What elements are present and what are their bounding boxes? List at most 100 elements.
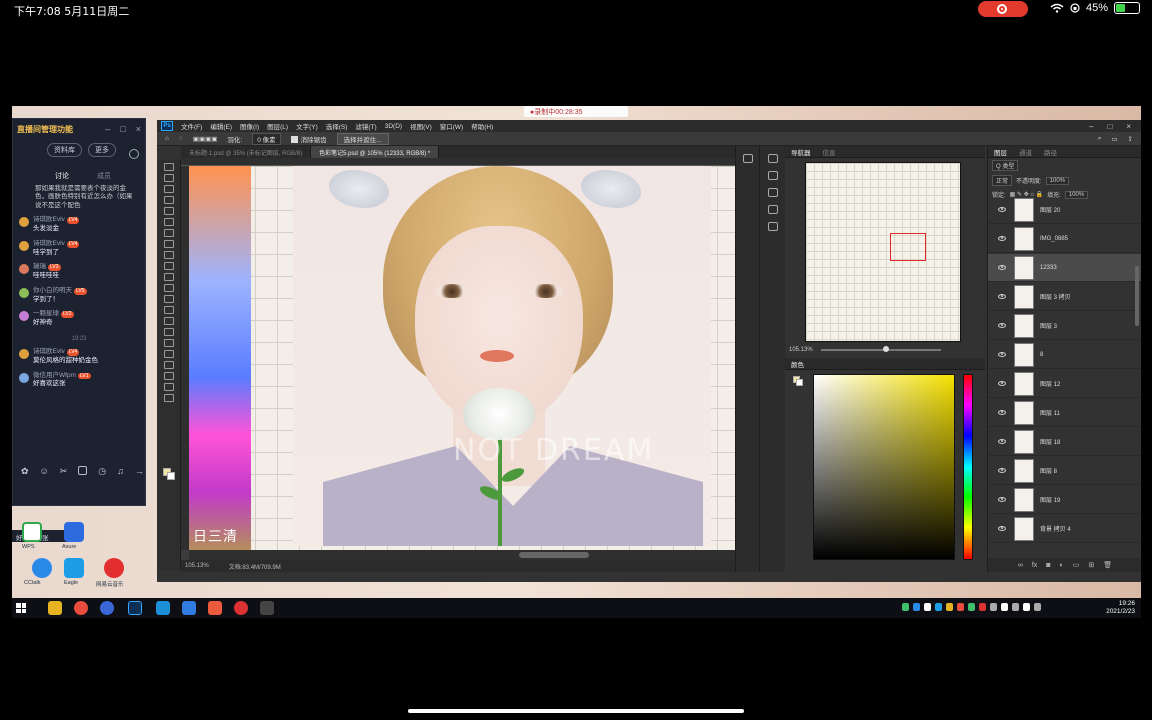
scroll-thumb[interactable] — [519, 552, 589, 558]
hand-tool-icon[interactable] — [163, 372, 174, 380]
tab-members[interactable]: 成员 — [97, 171, 111, 181]
layer-row[interactable]: IMG_0885 — [988, 225, 1141, 253]
properties-icon[interactable] — [742, 154, 753, 163]
shape-tool-icon[interactable] — [163, 361, 174, 369]
eyedropper-tool-icon[interactable] — [163, 229, 174, 237]
move-tool-icon[interactable] — [163, 163, 174, 171]
dodge-tool-icon[interactable] — [163, 317, 174, 325]
blend-mode-select[interactable]: 正常 — [992, 175, 1013, 186]
home-indicator[interactable] — [408, 709, 744, 713]
ps-minimize-icon[interactable]: – — [1089, 122, 1093, 131]
cctalk-icon[interactable] — [32, 558, 52, 578]
layer-row[interactable]: 图层 19 — [988, 486, 1141, 514]
link-icon[interactable]: ∞ — [1018, 562, 1023, 569]
layer-name[interactable]: 图层 3 拷贝 — [1040, 292, 1071, 301]
layer-name[interactable]: 图层 18 — [1040, 437, 1060, 446]
foreground-background-colors[interactable] — [163, 468, 175, 480]
tray-icon[interactable] — [957, 603, 964, 611]
layer-row[interactable]: 图层 12 — [988, 370, 1141, 398]
layer-row[interactable]: 图层 8 — [988, 457, 1141, 485]
visibility-eye-icon[interactable] — [998, 497, 1006, 502]
avatar[interactable] — [19, 372, 29, 383]
workspace-icon[interactable]: ▭ — [1111, 135, 1117, 143]
settings-icon[interactable] — [129, 149, 139, 159]
message-author[interactable]: 瑞瑞 — [33, 263, 46, 270]
pen-tool-icon[interactable] — [163, 328, 174, 336]
visibility-eye-icon[interactable] — [998, 323, 1006, 328]
layer-name[interactable]: 背景 拷贝 4 — [1040, 524, 1071, 533]
message-author[interactable]: 你小白的明天 — [33, 287, 72, 294]
edge-icon[interactable] — [156, 601, 170, 615]
avatar[interactable] — [19, 264, 29, 275]
browser-icon[interactable] — [208, 601, 222, 615]
more-button[interactable]: 更多 — [88, 143, 116, 157]
quick-select-tool-icon[interactable] — [163, 196, 174, 204]
layer-name[interactable]: 12333 — [1040, 265, 1057, 271]
tray-icon[interactable] — [1034, 603, 1041, 611]
blur-tool-icon[interactable] — [163, 306, 174, 314]
layer-row[interactable]: 图层 3 — [988, 312, 1141, 340]
scissors-icon[interactable]: ✂ — [60, 466, 68, 477]
tray-icon[interactable] — [968, 603, 975, 611]
navigator-zoom-value[interactable]: 105.13% — [789, 347, 813, 353]
navigator-zoom-slider[interactable] — [820, 346, 941, 352]
marquee-tool-icon[interactable] — [163, 174, 174, 182]
eraser-tool-icon[interactable] — [163, 284, 174, 292]
tray-icon[interactable] — [979, 603, 986, 611]
layer-name[interactable]: 图层 3 — [1040, 321, 1057, 330]
frame-tool-icon[interactable] — [163, 218, 174, 226]
doc-tab-untitled[interactable]: 未标题-1.psd @ 35% (未标记图层, RGB/8) — [181, 146, 312, 158]
visibility-eye-icon[interactable] — [998, 526, 1006, 531]
windows-start-icon[interactable] — [16, 603, 26, 613]
visibility-eye-icon[interactable] — [998, 410, 1006, 415]
menu-filter[interactable]: 滤镜(T) — [355, 121, 376, 131]
message-author[interactable]: 诗琪欧Evlv — [33, 216, 65, 223]
visibility-eye-icon[interactable] — [998, 207, 1006, 212]
layers-scrollbar[interactable] — [1135, 266, 1139, 326]
tray-icon[interactable] — [946, 603, 953, 611]
sliders-icon[interactable] — [767, 205, 778, 214]
screen-record-indicator[interactable] — [978, 1, 1028, 17]
app-icon-2[interactable] — [260, 601, 274, 615]
tab-navigator[interactable]: 导航器 — [785, 147, 817, 157]
taskbar-clock[interactable]: 19:26 2021/2/23 — [1106, 600, 1135, 617]
layer-name[interactable]: 8 — [1040, 352, 1043, 358]
message-author[interactable]: 诗琪欧Evlv — [33, 348, 65, 355]
feather-input[interactable]: 0 像素 — [252, 132, 281, 145]
menu-file[interactable]: 文件(F) — [181, 121, 202, 131]
tab-color[interactable]: 颜色 — [785, 359, 810, 369]
layer-name[interactable]: 图层 19 — [1040, 495, 1060, 504]
ps-maximize-icon[interactable]: □ — [1107, 122, 1112, 131]
minimize-icon[interactable]: – — [105, 124, 110, 134]
doc-tab-color-notes[interactable]: 色彩笔记5.psd @ 105% (12333, RGB/8) * — [311, 146, 440, 158]
menu-view[interactable]: 视图(V) — [410, 121, 432, 131]
healing-tool-icon[interactable] — [163, 240, 174, 248]
visibility-eye-icon[interactable] — [998, 439, 1006, 444]
gradient-tool-icon[interactable] — [163, 295, 174, 303]
axure-icon[interactable] — [64, 522, 84, 542]
recording-pill[interactable]: ●录制中00:28:35 — [524, 106, 628, 117]
layer-name[interactable]: 图层 8 — [1040, 466, 1057, 475]
tray-icon[interactable] — [1001, 603, 1008, 611]
more-tool-icon[interactable] — [163, 394, 174, 402]
mask-icon[interactable]: ◙ — [1046, 562, 1050, 569]
baidu-icon[interactable] — [100, 601, 114, 615]
layer-name[interactable]: 图层 12 — [1040, 379, 1060, 388]
type-tool-icon[interactable] — [163, 339, 174, 347]
tray-icon[interactable] — [1023, 603, 1030, 611]
navigator-view-box[interactable] — [890, 233, 926, 261]
visibility-eye-icon[interactable] — [998, 294, 1006, 299]
menu-edit[interactable]: 编辑(E) — [210, 121, 232, 131]
file-explorer-icon[interactable] — [48, 601, 62, 615]
tray-icon[interactable] — [924, 603, 931, 611]
menu-help[interactable]: 帮助(H) — [471, 121, 493, 131]
visibility-eye-icon[interactable] — [998, 468, 1006, 473]
zoom-tool-icon[interactable] — [163, 383, 174, 391]
select-mask-button[interactable]: 选择并遮住... — [336, 132, 389, 145]
new-layer-icon[interactable]: ⊞ — [1088, 561, 1094, 569]
maximize-icon[interactable]: □ — [120, 124, 125, 134]
netease-music-icon[interactable] — [104, 558, 124, 578]
lasso-tool-icon[interactable] — [163, 185, 174, 193]
wps-icon[interactable] — [22, 522, 42, 542]
tab-discuss[interactable]: 讨论 — [55, 171, 69, 181]
